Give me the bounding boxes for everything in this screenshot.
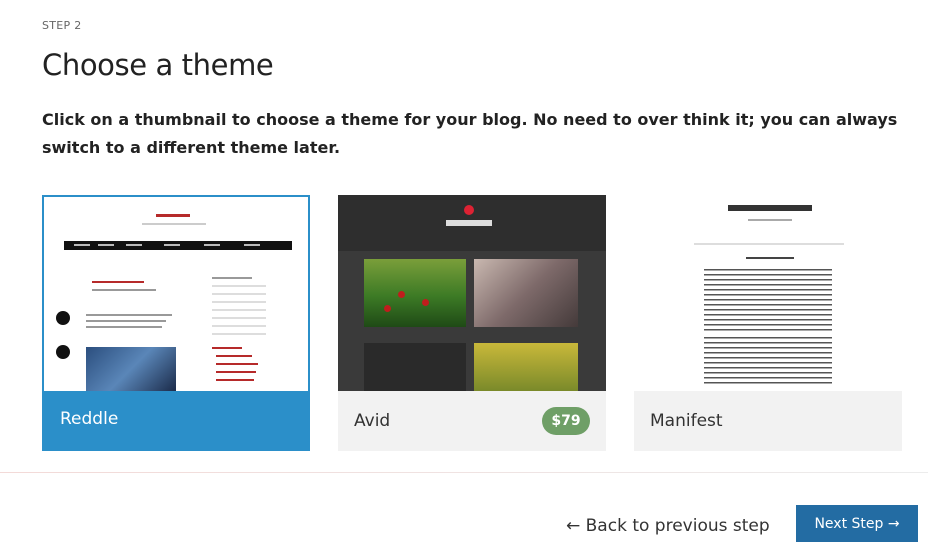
thumbnail-car-image: [86, 347, 176, 391]
thumbnail-sidebar-link: [212, 347, 242, 349]
theme-name-label: Manifest: [650, 411, 723, 431]
back-to-previous-step-link[interactable]: ← Back to previous step: [566, 516, 770, 536]
page-description: Click on a thumbnail to choose a theme f…: [42, 110, 898, 157]
thumbnail-sidebar-link: [216, 355, 252, 357]
theme-thumbnail-reddle[interactable]: [44, 197, 308, 391]
step-label: STEP 2: [42, 19, 82, 32]
thumbnail-sidebar-link: [216, 379, 254, 381]
thumbnail-nav-bar: [64, 241, 292, 250]
thumbnail-site-title: [156, 214, 190, 217]
thumbnail-poppies-image: [364, 259, 466, 327]
section-divider: [0, 472, 928, 473]
thumbnail-post-avatar: [56, 345, 70, 359]
thumbnail-divider: [694, 243, 844, 245]
thumbnail-text-line: [86, 326, 162, 328]
price-badge: $79: [542, 407, 590, 435]
thumbnail-logo: [464, 205, 474, 215]
thumbnail-post-avatar: [56, 311, 70, 325]
thumbnail-field-image: [474, 343, 578, 391]
thumbnail-site-title: [728, 205, 812, 211]
thumbnail-site-tagline: [142, 223, 206, 225]
thumbnail-blossom-image: [474, 259, 578, 327]
next-step-button[interactable]: Next Step →: [796, 505, 918, 542]
thumbnail-paragraph: [704, 269, 832, 331]
thumbnail-post-title: [746, 257, 794, 259]
thumbnail-sidebar-link: [216, 371, 256, 373]
thumbnail-post-meta: [92, 289, 156, 291]
theme-thumbnail-manifest[interactable]: [634, 195, 902, 391]
thumbnail-poppy: [422, 299, 429, 306]
thumbnail-site-tagline: [748, 219, 792, 221]
thumbnail-poppy: [398, 291, 405, 298]
thumbnail-poppy: [384, 305, 391, 312]
theme-name-label: Reddle: [60, 409, 119, 429]
thumbnail-paragraph: [704, 337, 832, 387]
theme-card-avid[interactable]: Avid $79: [338, 195, 606, 451]
thumbnail-text-line: [86, 314, 172, 316]
theme-card-reddle[interactable]: Reddle: [42, 195, 310, 451]
theme-grid: Reddle Avid $79 Manifest: [42, 195, 902, 451]
thumbnail-calendar: [212, 285, 266, 335]
thumbnail-post-block: [364, 343, 466, 391]
theme-card-manifest[interactable]: Manifest: [634, 195, 902, 451]
theme-thumbnail-avid[interactable]: [338, 195, 606, 391]
thumbnail-site-title: [446, 220, 492, 226]
theme-name-label: Avid: [354, 411, 391, 431]
thumbnail-post-title: [92, 281, 144, 283]
thumbnail-text-line: [86, 320, 166, 322]
page-title: Choose a theme: [42, 48, 274, 82]
thumbnail-sidebar-link: [216, 363, 258, 365]
thumbnail-sidebar-heading: [212, 277, 252, 279]
